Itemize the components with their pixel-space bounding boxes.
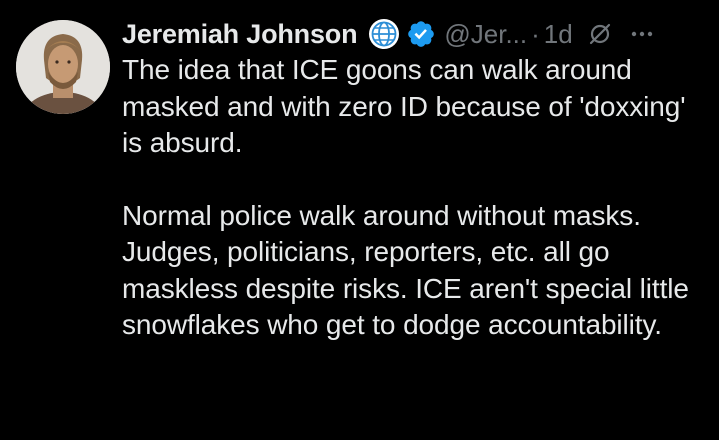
more-options-icon[interactable] <box>627 21 657 47</box>
avatar[interactable] <box>16 20 110 114</box>
separator-dot: · <box>531 18 540 49</box>
handle[interactable]: @Jer... <box>444 19 527 50</box>
display-name[interactable]: Jeremiah Johnson <box>122 19 358 50</box>
avatar-image <box>16 20 110 114</box>
tweet-text: The idea that ICE goons can walk around … <box>122 52 712 344</box>
globe-icon <box>367 17 401 51</box>
tweet-paragraph: The idea that ICE goons can walk around … <box>122 54 686 158</box>
tweet-header: Jeremiah Johnson @Jer... · 1d <box>122 14 657 54</box>
tweet[interactable]: Jeremiah Johnson @Jer... · 1d The idea t… <box>0 0 719 440</box>
verified-badge-icon[interactable] <box>406 19 436 49</box>
tweet-paragraph: Normal police walk around without masks.… <box>122 199 689 341</box>
grok-icon[interactable] <box>587 21 613 47</box>
timestamp[interactable]: 1d <box>544 19 573 50</box>
